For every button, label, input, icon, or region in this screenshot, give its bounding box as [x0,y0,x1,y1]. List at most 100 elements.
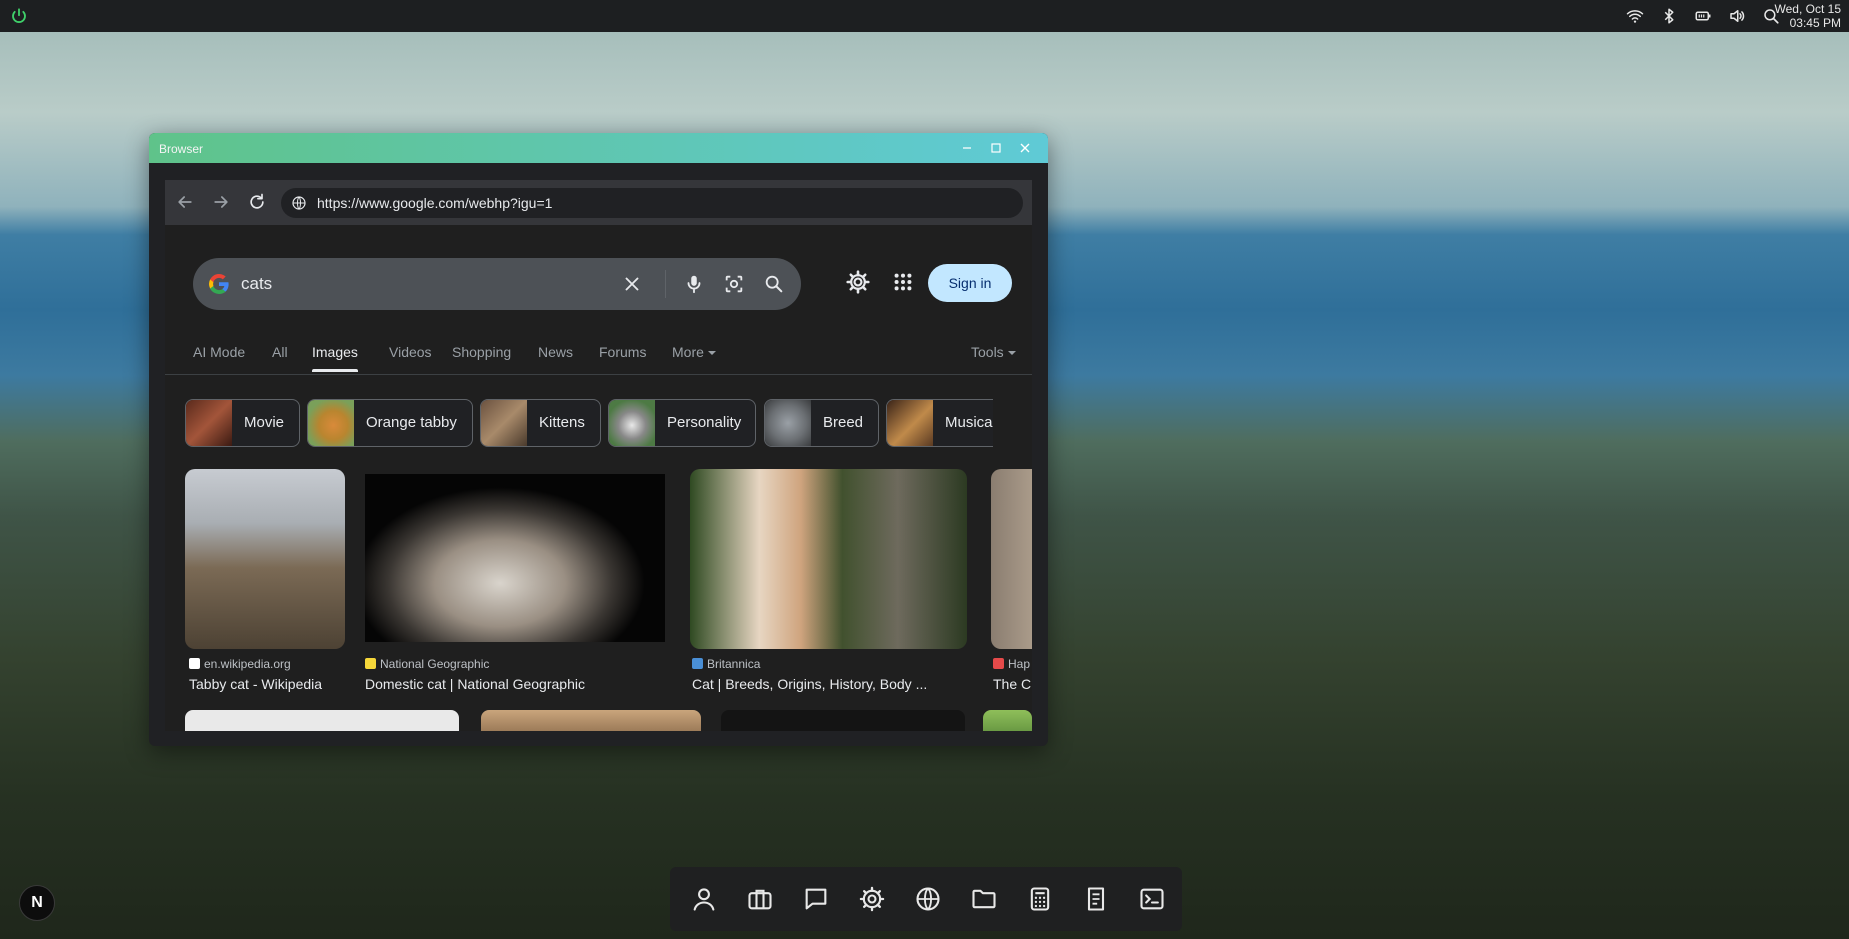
result-source-label: en.wikipedia.org [204,657,291,671]
natgeo-favicon-icon [365,658,376,669]
result-title[interactable]: Tabby cat - Wikipedia [189,676,322,692]
result-source-label: Hap [1008,657,1031,671]
result-image[interactable] [690,469,967,649]
refinement-chips: Movie Orange tabby Kittens Personality B… [185,399,993,447]
wifi-icon[interactable] [1625,7,1645,25]
chip-thumbnail [887,400,933,446]
browser-toolbar: https://www.google.com/webhp?igu=1 [165,180,1032,225]
result-image[interactable] [721,710,965,731]
tab-shopping[interactable]: Shopping [452,344,511,360]
result-image[interactable] [481,710,701,731]
minimize-button[interactable] [959,140,975,156]
chat-icon[interactable] [802,885,830,913]
tools-label: Tools [971,344,1004,360]
apps-grid-icon[interactable] [892,271,914,293]
tab-videos[interactable]: Videos [389,344,432,360]
globe-icon[interactable] [914,885,942,913]
tab-news[interactable]: News [538,344,573,360]
user-icon[interactable] [690,885,718,913]
result-image[interactable] [991,469,1032,649]
sign-in-button[interactable]: Sign in [928,264,1012,302]
terminal-icon[interactable] [1138,885,1166,913]
settings-gear-icon[interactable] [845,269,871,295]
chip-kittens[interactable]: Kittens [480,399,601,447]
chip-orange-tabby[interactable]: Orange tabby [307,399,473,447]
minimize-icon [963,147,971,149]
chip-label: Breed [823,414,864,431]
result-image[interactable] [185,469,345,649]
site-favicon-icon [993,658,1004,669]
result-image[interactable] [983,710,1032,731]
chip-label: Musica [945,414,993,431]
clock-date: Wed, Oct 15 [1774,2,1841,16]
briefcase-icon[interactable] [746,885,774,913]
reload-icon[interactable] [247,192,267,212]
result-source-label: Britannica [707,657,761,671]
result-source[interactable]: National Geographic [365,657,489,671]
chip-thumbnail [308,400,354,446]
chip-breed[interactable]: Breed [764,399,879,447]
window-title: Browser [159,142,204,156]
chip-personality[interactable]: Personality [608,399,756,447]
search-tabs: AI Mode All Images Videos Shopping News … [165,332,1032,375]
tab-more-label: More [672,344,704,360]
result-title[interactable]: The C [993,676,1031,692]
dock [670,867,1182,931]
close-button[interactable] [1017,140,1033,156]
tab-all[interactable]: All [272,344,288,360]
power-icon[interactable] [10,7,28,25]
folder-icon[interactable] [970,885,998,913]
tab-images[interactable]: Images [312,344,358,372]
launcher-badge[interactable]: N [19,885,55,921]
chevron-down-icon [1007,351,1016,356]
result-image[interactable] [365,474,665,642]
tab-ai-mode[interactable]: AI Mode [193,344,245,360]
bluetooth-icon[interactable] [1659,7,1679,25]
chip-label: Movie [244,414,285,431]
chip-musical[interactable]: Musica [886,399,993,447]
search-divider [665,270,666,298]
search-box[interactable]: cats [193,258,801,310]
chip-movie[interactable]: Movie [185,399,300,447]
chevron-down-icon [707,351,716,356]
tab-forums[interactable]: Forums [599,344,646,360]
camera-lens-icon[interactable] [723,273,745,295]
microphone-icon[interactable] [683,273,705,295]
chip-label: Kittens [539,414,585,431]
tools-button[interactable]: Tools [971,344,1016,360]
globe-icon [292,196,306,210]
wikipedia-favicon-icon [189,658,200,669]
clear-icon[interactable] [621,273,643,295]
chip-thumbnail [186,400,232,446]
battery-icon[interactable] [1693,7,1713,25]
address-bar[interactable]: https://www.google.com/webhp?igu=1 [281,188,1023,218]
result-title[interactable]: Cat | Breeds, Origins, History, Body ... [692,676,927,692]
result-source[interactable]: en.wikipedia.org [189,657,291,671]
chip-thumbnail [481,400,527,446]
result-source[interactable]: Hap [993,657,1030,671]
tab-more[interactable]: More [672,344,716,360]
result-title[interactable]: Domestic cat | National Geographic [365,676,585,692]
search-query[interactable]: cats [241,274,272,294]
google-images-page: cats Sign in AI Mode All Images Videos S… [165,225,1032,731]
clock[interactable]: Wed, Oct 15 03:45 PM [1775,2,1841,30]
image-result[interactable]: Hap The C [991,469,1032,709]
document-icon[interactable] [1082,885,1110,913]
chip-label: Orange tabby [366,414,457,431]
result-source-label: National Geographic [380,657,490,671]
back-arrow-icon[interactable] [175,192,195,212]
search-icon[interactable] [763,273,785,295]
volume-icon[interactable] [1727,7,1747,25]
clock-time: 03:45 PM [1789,16,1841,30]
forward-arrow-icon[interactable] [211,192,231,212]
chip-thumbnail [609,400,655,446]
settings-icon[interactable] [858,885,886,913]
calculator-icon[interactable] [1026,885,1054,913]
google-logo-icon [209,273,229,295]
window-titlebar[interactable]: Browser [149,133,1048,163]
maximize-button[interactable] [988,140,1004,156]
result-source[interactable]: Britannica [692,657,760,671]
top-bar: Wed, Oct 15 03:45 PM [0,0,1849,32]
result-image[interactable] [185,710,459,731]
maximize-icon [991,143,1001,153]
